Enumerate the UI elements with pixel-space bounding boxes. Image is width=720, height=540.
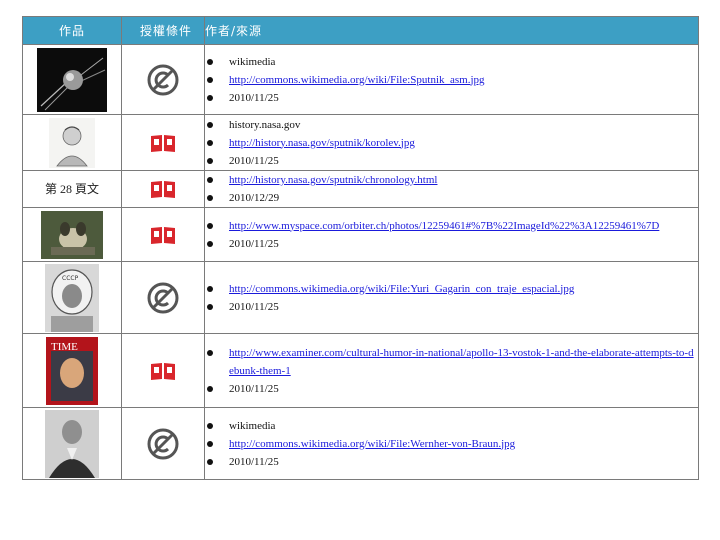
source-link[interactable]: http://history.nasa.gov/sputnik/chronolo… <box>229 174 437 186</box>
copyright-book-icon <box>151 134 175 152</box>
table-row: TIME http://www.examiner.com/cultural-hu… <box>22 333 699 408</box>
source-list: wikimedia http://commons.wikimedia.org/w… <box>205 53 698 107</box>
source-cell: http://history.nasa.gov/sputnik/chronolo… <box>204 170 699 208</box>
source-item[interactable]: http://www.myspace.com/orbiter.ch/photos… <box>205 217 698 235</box>
source-cell: wikimedia http://commons.wikimedia.org/w… <box>204 44 699 115</box>
von-braun-photo <box>45 409 99 478</box>
source-list: http://www.myspace.com/orbiter.ch/photos… <box>205 217 698 253</box>
public-domain-icon <box>147 282 179 313</box>
source-link[interactable]: http://commons.wikimedia.org/wiki/File:Y… <box>229 283 574 295</box>
source-item[interactable]: http://commons.wikimedia.org/wiki/File:W… <box>205 435 698 453</box>
source-list: history.nasa.gov http://history.nasa.gov… <box>205 116 698 170</box>
source-list: wikimedia http://commons.wikimedia.org/w… <box>205 417 698 471</box>
source-cell: http://www.myspace.com/orbiter.ch/photos… <box>204 207 699 262</box>
time-logo: TIME <box>51 341 78 353</box>
work-cell <box>22 207 122 262</box>
source-item: wikimedia <box>205 53 698 71</box>
korolev-portrait-sketch <box>49 117 95 168</box>
copyright-book-icon <box>151 362 175 380</box>
work-cell <box>22 44 122 115</box>
source-item[interactable]: http://history.nasa.gov/sputnik/chronolo… <box>205 171 698 189</box>
sputnik-satellite-photo <box>37 47 107 112</box>
source-cell: http://www.examiner.com/cultural-humor-i… <box>204 333 699 408</box>
source-list: http://history.nasa.gov/sputnik/chronolo… <box>205 171 698 207</box>
table-row: wikimedia http://commons.wikimedia.org/w… <box>22 407 699 480</box>
source-link[interactable]: http://www.myspace.com/orbiter.ch/photos… <box>229 220 659 232</box>
source-item: 2010/12/29 <box>205 189 698 207</box>
source-item: history.nasa.gov <box>205 116 698 134</box>
copyright-book-icon <box>151 226 175 244</box>
gagarin-helmet-photo: CCCP <box>45 263 99 332</box>
page-reference: 第 28 頁文 <box>44 182 99 196</box>
source-item: 2010/11/25 <box>205 453 698 471</box>
credits-table: 作品 授權條件 作者/來源 wikimedia http://commons.w… <box>22 16 699 480</box>
table-row: 第 28 頁文 http://history.nasa.gov/sputnik/… <box>22 170 699 208</box>
source-item: 2010/11/25 <box>205 380 698 398</box>
laika-dog-photo <box>41 210 103 259</box>
svg-text:CCCP: CCCP <box>62 275 79 282</box>
source-item: 2010/11/25 <box>205 298 698 316</box>
license-cell <box>121 44 205 115</box>
source-item: 2010/11/25 <box>205 152 698 170</box>
source-item: 2010/11/25 <box>205 89 698 107</box>
license-cell <box>121 407 205 480</box>
work-cell: CCCP <box>22 261 122 334</box>
source-cell: history.nasa.gov http://history.nasa.gov… <box>204 114 699 171</box>
source-cell: http://commons.wikimedia.org/wiki/File:Y… <box>204 261 699 334</box>
work-cell <box>22 114 122 171</box>
source-link[interactable]: http://commons.wikimedia.org/wiki/File:W… <box>229 438 515 450</box>
header-work: 作品 <box>22 16 122 45</box>
source-list: http://www.examiner.com/cultural-humor-i… <box>205 344 698 398</box>
source-cell: wikimedia http://commons.wikimedia.org/w… <box>204 407 699 480</box>
license-cell <box>121 207 205 262</box>
table-row: wikimedia http://commons.wikimedia.org/w… <box>22 44 699 115</box>
source-list: http://commons.wikimedia.org/wiki/File:Y… <box>205 280 698 316</box>
table-row: history.nasa.gov http://history.nasa.gov… <box>22 114 699 171</box>
header-source: 作者/來源 <box>204 16 699 45</box>
work-cell: TIME <box>22 333 122 408</box>
license-cell <box>121 261 205 334</box>
public-domain-icon <box>147 64 179 95</box>
source-item: 2010/11/25 <box>205 235 698 253</box>
table-row: CCCP http://commons.wikimedia.org/wiki/F… <box>22 261 699 334</box>
work-cell <box>22 407 122 480</box>
header-license: 授權條件 <box>121 16 205 45</box>
license-cell <box>121 333 205 408</box>
public-domain-icon <box>147 428 179 459</box>
copyright-book-icon <box>151 181 175 198</box>
source-item[interactable]: http://commons.wikimedia.org/wiki/File:Y… <box>205 280 698 298</box>
source-item[interactable]: http://www.examiner.com/cultural-humor-i… <box>205 344 698 380</box>
source-link[interactable]: http://history.nasa.gov/sputnik/korolev.… <box>229 137 415 149</box>
table-row: http://www.myspace.com/orbiter.ch/photos… <box>22 207 699 262</box>
source-item[interactable]: http://commons.wikimedia.org/wiki/File:S… <box>205 71 698 89</box>
source-link[interactable]: http://commons.wikimedia.org/wiki/File:S… <box>229 74 485 86</box>
header-row: 作品 授權條件 作者/來源 <box>22 16 699 45</box>
license-cell <box>121 114 205 171</box>
source-link[interactable]: http://www.examiner.com/cultural-humor-i… <box>229 347 694 377</box>
source-item[interactable]: http://history.nasa.gov/sputnik/korolev.… <box>205 134 698 152</box>
time-magazine-cover: TIME <box>46 336 98 405</box>
work-cell: 第 28 頁文 <box>22 170 122 208</box>
license-cell <box>121 170 205 208</box>
source-item: wikimedia <box>205 417 698 435</box>
